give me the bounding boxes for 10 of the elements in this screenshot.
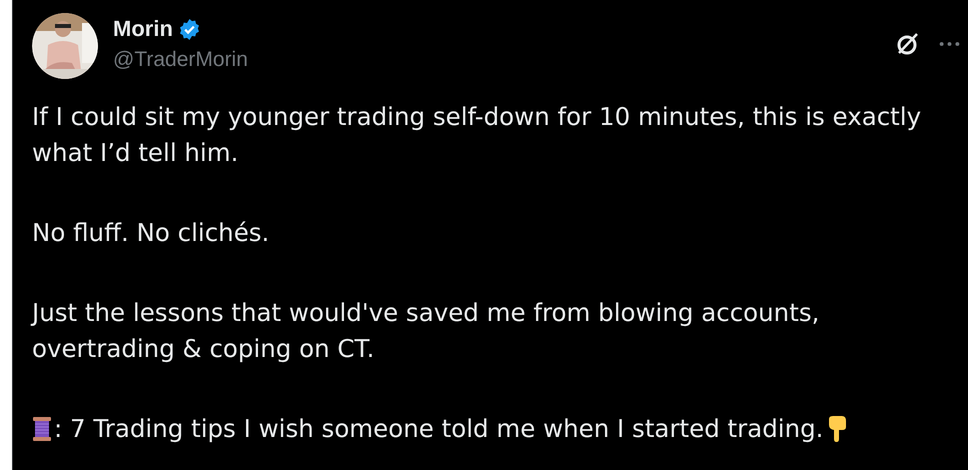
author-handle[interactable]: @TraderMorin (113, 48, 248, 72)
tweet-text: No fluff. No clichés. (32, 217, 270, 249)
author-name[interactable]: Morin (113, 16, 173, 42)
thread-spool-icon (32, 416, 52, 442)
tweet-text: : 7 Trading tips I wish someone told me when I started trading. (54, 413, 824, 445)
tweet-text: Just the lessons that would've saved me from blowing accounts, overtrading & coping on CT. (32, 297, 820, 365)
pointing-down-hand-icon (826, 415, 848, 443)
more-icon[interactable] (939, 41, 960, 47)
tweet-text: If I could sit my younger trading self-down for 10 minutes, this is exactly what I’d tell him. (32, 101, 922, 169)
slashed-circle-icon[interactable] (895, 31, 921, 57)
